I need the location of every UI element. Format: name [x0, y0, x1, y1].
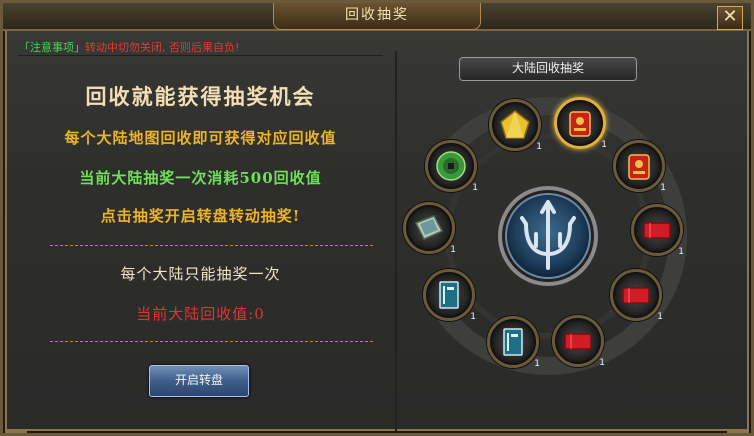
title-bar: 回收抽奖 ✕	[3, 3, 751, 31]
panel-divider	[395, 51, 397, 431]
wheel-label: 大陆回收抽奖	[459, 57, 637, 81]
item-count: 1	[450, 245, 456, 255]
wheel-slot[interactable]: 1	[554, 97, 607, 150]
dashed-divider	[50, 341, 373, 342]
blue-book-icon	[439, 281, 459, 309]
item-count: 1	[657, 312, 663, 322]
frame-corner	[5, 411, 27, 433]
item-count: 1	[470, 312, 476, 322]
wheel-slot[interactable]: 1	[423, 269, 476, 322]
wheel-slot[interactable]: 1	[425, 140, 478, 193]
headline: 回收就能获得抽奖机会	[85, 84, 316, 109]
dashed-divider	[50, 245, 373, 246]
trident-emblem-icon	[498, 186, 598, 286]
red-scroll-icon	[643, 222, 671, 239]
close-button[interactable]: ✕	[717, 6, 743, 30]
item-count: 1	[601, 140, 607, 150]
info-line-1: 每个大陆地图回收即可获得对应回收值	[64, 129, 337, 147]
item-count: 1	[660, 183, 666, 193]
wheel-slot[interactable]: 1	[487, 316, 540, 369]
lottery-window: 回收抽奖 ✕ 「注意事项」转动中切勿关闭, 否则后果自负! 回收就能获得抽奖机会…	[0, 0, 754, 436]
current-value-row: 当前大陆回收值:0	[3, 303, 398, 324]
wheel-slot[interactable]: 1	[631, 204, 684, 257]
notice: 「注意事项」转动中切勿关闭, 否则后果自负!	[19, 39, 239, 55]
item-count: 1	[472, 183, 478, 193]
blue-book-icon	[503, 328, 523, 356]
info-line-2: 当前大陆抽奖一次消耗500回收值	[79, 169, 322, 187]
wheel-slot[interactable]: 1	[403, 202, 456, 255]
current-value-label: 当前大陆回收值:	[136, 305, 255, 323]
item-count: 1	[534, 359, 540, 369]
item-count: 1	[536, 142, 542, 152]
gold-ore-icon	[500, 110, 530, 139]
skill-book-icon	[414, 215, 444, 240]
jade-coin-icon	[436, 151, 466, 181]
notice-message: 转动中切勿关闭, 否则后果自负!	[85, 41, 240, 54]
frame-corner	[727, 411, 749, 433]
notice-tag: 「注意事项」	[19, 41, 85, 54]
red-scroll-icon	[564, 333, 592, 350]
start-wheel-button[interactable]: 开启转盘	[149, 365, 249, 397]
info-line-4: 每个大陆只能抽奖一次	[120, 265, 281, 283]
item-count: 1	[678, 247, 684, 257]
wheel-slot[interactable]: 1	[489, 99, 542, 152]
window-title: 回收抽奖	[273, 3, 481, 30]
wheel-slot[interactable]: 1	[610, 269, 663, 322]
divider	[18, 55, 383, 56]
red-armor-icon	[569, 111, 591, 137]
info-line-3: 点击抽奖开启转盘转动抽奖!	[100, 207, 301, 225]
red-armor-icon	[628, 154, 650, 180]
item-count: 1	[599, 358, 605, 368]
wheel-slot[interactable]: 1	[552, 315, 605, 368]
wheel-slot[interactable]: 1	[613, 140, 666, 193]
red-scroll-icon	[622, 287, 650, 304]
current-value: 0	[254, 305, 265, 323]
